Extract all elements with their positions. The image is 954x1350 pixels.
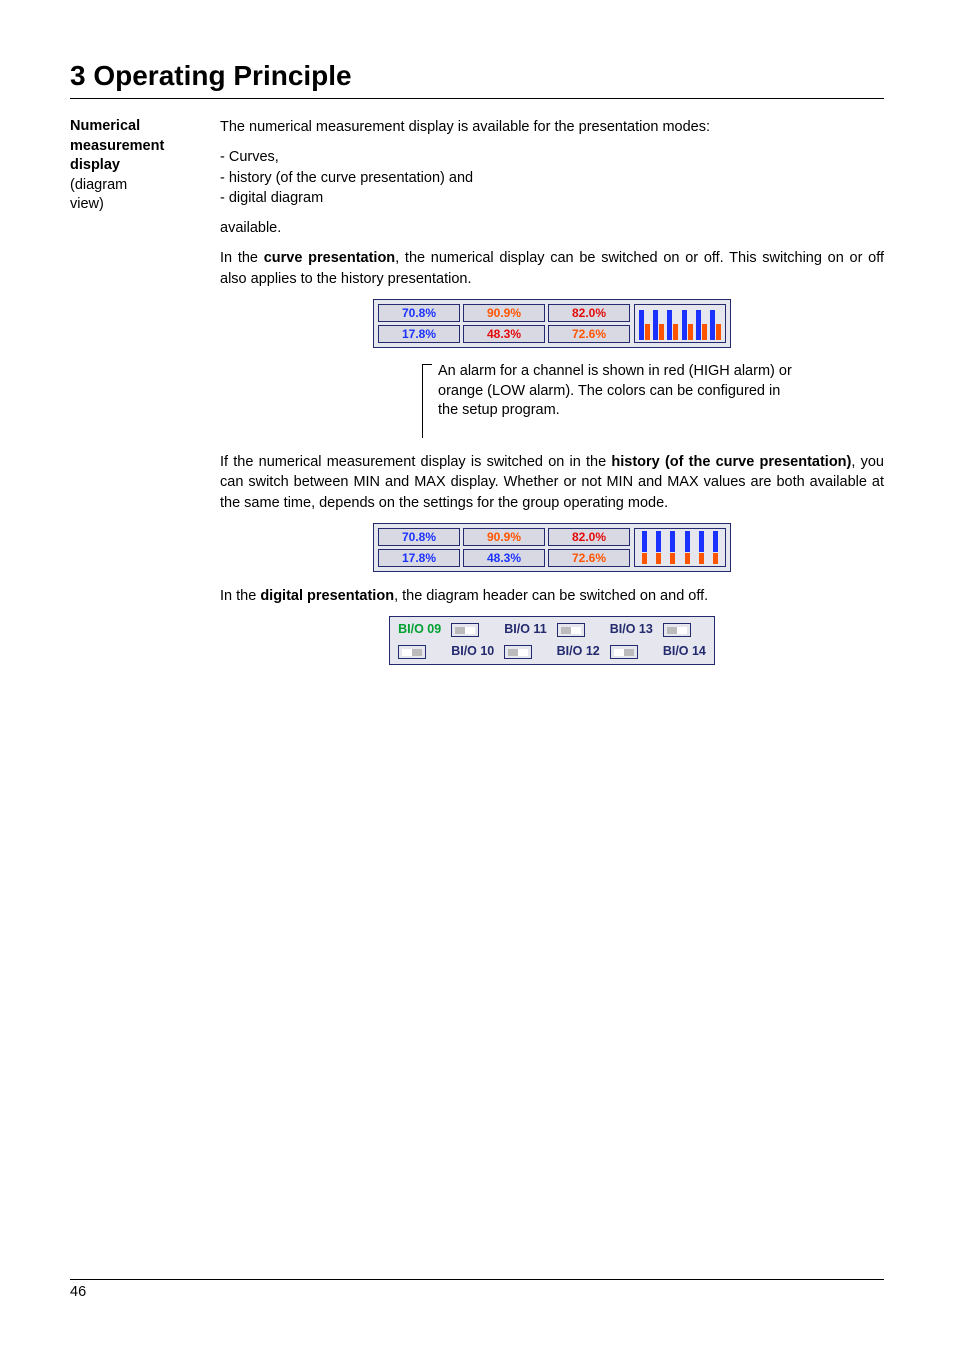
margin-line: display — [70, 157, 120, 173]
value-cell: 72.6% — [548, 325, 630, 343]
switch-icon — [610, 645, 638, 659]
rule — [70, 98, 884, 99]
paragraph: In the curve presentation, the numerical… — [220, 248, 884, 289]
text: In the — [220, 588, 260, 604]
caption-text: An alarm for a channel is shown in red (… — [438, 362, 802, 438]
figure-caption: An alarm for a channel is shown in red (… — [220, 362, 884, 438]
bullet-list: - Curves, - history (of the curve presen… — [220, 147, 884, 208]
value-cell: 17.8% — [378, 325, 460, 343]
switch-icon — [557, 623, 585, 637]
value-cell: 90.9% — [463, 304, 545, 322]
footer-rule — [70, 1279, 884, 1280]
chapter-title: 3 Operating Principle — [70, 60, 884, 92]
margin-line: measurement — [70, 138, 164, 154]
text: In the — [220, 250, 264, 266]
text: If the numerical measurement display is … — [220, 454, 611, 470]
figure-digital-header: BI/O 09 BI/O 11 BI/O 13 BI/O 10 BI/O 12 … — [389, 616, 715, 665]
value-cell: 70.8% — [378, 528, 460, 546]
margin-line: Numerical — [70, 118, 140, 134]
page-number: 46 — [70, 1284, 884, 1300]
term: history (of the curve presentation) — [611, 454, 851, 470]
bullet: - digital diagram — [220, 188, 884, 208]
value-cell: 48.3% — [463, 325, 545, 343]
paragraph: In the digital presentation, the diagram… — [220, 586, 884, 606]
bullet: - Curves, — [220, 147, 884, 167]
value-cell: 72.6% — [548, 549, 630, 567]
paragraph: The numerical measurement display is ava… — [220, 117, 884, 137]
value-cell: 17.8% — [378, 549, 460, 567]
figure-numerical-display: 70.8% 90.9% 82.0% 17.8% 48.3% 72.6% — [373, 299, 731, 348]
margin-line: view) — [70, 196, 104, 212]
margin-line: (diagram — [70, 177, 127, 193]
figure-history-display: 70.8% 90.9% 82.0% 17.8% 48.3% 72.6% — [373, 523, 731, 572]
value-cell: 90.9% — [463, 528, 545, 546]
switch-icon — [398, 645, 426, 659]
text: , the diagram header can be switched on … — [394, 588, 708, 604]
io-label: BI/O 09 — [398, 621, 441, 639]
io-label: BI/O 13 — [610, 621, 653, 639]
value-cell: 48.3% — [463, 549, 545, 567]
switch-icon — [663, 623, 691, 637]
bargraph-icon — [634, 304, 726, 343]
switch-icon — [504, 645, 532, 659]
bullet: - history (of the curve presentation) an… — [220, 168, 884, 188]
term: digital presentation — [260, 588, 394, 604]
margin-note: Numerical measurement display (diagram v… — [70, 117, 220, 679]
bargraph-icon — [634, 528, 726, 567]
io-label: BI/O 14 — [663, 643, 706, 661]
term: curve presentation — [264, 250, 395, 266]
io-label: BI/O 11 — [504, 621, 546, 639]
paragraph: If the numerical measurement display is … — [220, 452, 884, 513]
io-label: BI/O 12 — [557, 643, 600, 661]
switch-icon — [451, 623, 479, 637]
bracket-icon — [422, 364, 432, 438]
value-cell: 82.0% — [548, 528, 630, 546]
value-cell: 82.0% — [548, 304, 630, 322]
value-cell: 70.8% — [378, 304, 460, 322]
io-label: BI/O 10 — [451, 643, 494, 661]
paragraph: available. — [220, 218, 884, 238]
